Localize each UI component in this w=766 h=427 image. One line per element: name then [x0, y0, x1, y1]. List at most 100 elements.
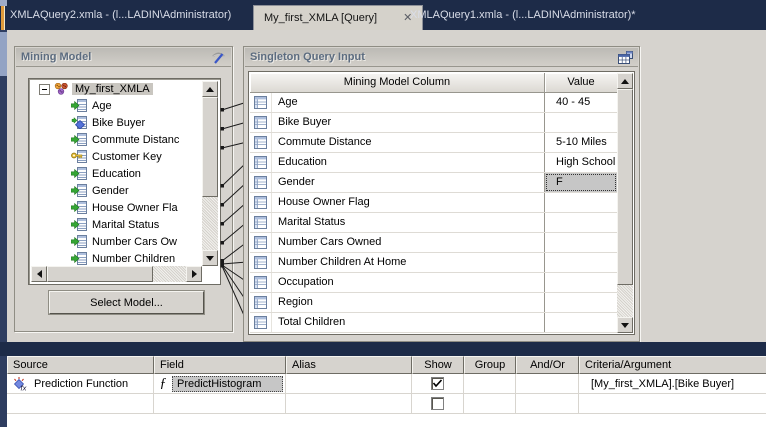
- tree-item-label: Customer Key: [92, 151, 162, 163]
- tree-root-label: My_first_XMLA: [72, 83, 153, 95]
- tab-xmlaquery1[interactable]: XMLAQuery1.xmla - (l...LADIN\Administrat…: [410, 0, 636, 30]
- criteria-cell[interactable]: [579, 394, 766, 414]
- scroll-left-button[interactable]: [31, 266, 47, 282]
- input-column-icon: [71, 99, 87, 112]
- singleton-row-total-children: Total Children: [250, 313, 617, 333]
- column-header-mining-model-column[interactable]: Mining Model Column: [250, 73, 545, 93]
- criteria-cell[interactable]: [My_first_XMLA].[Bike Buyer]: [579, 374, 766, 394]
- alias-cell[interactable]: [286, 394, 412, 414]
- source-cell[interactable]: [7, 394, 154, 414]
- grid-header-source[interactable]: Source: [7, 356, 154, 374]
- value-cell[interactable]: F: [545, 173, 617, 192]
- field-cell[interactable]: ƒPredictHistogram: [154, 374, 286, 394]
- value-cell[interactable]: 40 - 45: [545, 93, 617, 112]
- tree-item-label: Gender: [92, 185, 129, 197]
- singleton-panel-header: Singleton Query Input: [245, 48, 638, 67]
- group-cell[interactable]: [464, 394, 516, 414]
- select-model-button[interactable]: Select Model...: [49, 291, 204, 314]
- scroll-up-button[interactable]: [617, 73, 633, 89]
- field-value: PredictHistogram: [172, 376, 283, 392]
- collapse-icon[interactable]: [39, 84, 50, 95]
- mining-model-column-cell: Number Children At Home: [272, 253, 545, 272]
- value-cell[interactable]: [545, 233, 617, 252]
- function-icon: ƒ: [154, 376, 172, 392]
- field-cell[interactable]: [154, 394, 286, 414]
- value-cell[interactable]: 5-10 Miles: [545, 133, 617, 152]
- left-scrollbar-thumb[interactable]: [0, 32, 7, 76]
- andor-cell[interactable]: [516, 374, 579, 394]
- group-cell[interactable]: [464, 374, 516, 394]
- singleton-vscroll-thumb[interactable]: [617, 89, 633, 285]
- table-icon: [250, 313, 272, 332]
- input-column-icon: [71, 167, 87, 180]
- tree-hscroll-thumb[interactable]: [47, 266, 153, 282]
- singleton-row-region: Region: [250, 293, 617, 313]
- show-cell: [412, 394, 464, 414]
- grid-header-criteria-argument[interactable]: Criteria/Argument: [579, 356, 766, 374]
- singleton-title: Singleton Query Input: [250, 51, 365, 63]
- mining-model-column-cell: Occupation: [272, 273, 545, 292]
- tree-item-label: Bike Buyer: [92, 117, 145, 129]
- pickaxe-icon: [211, 50, 226, 64]
- tree-item-bike-buyer[interactable]: Bike Buyer: [31, 114, 202, 131]
- source-cell[interactable]: fxPrediction Function: [7, 374, 154, 394]
- tree-item-marital-status[interactable]: Marital Status: [31, 216, 202, 233]
- table-icon: [250, 273, 272, 292]
- value-cell[interactable]: [545, 313, 617, 332]
- scroll-down-button[interactable]: [617, 317, 633, 333]
- grid-header-group[interactable]: Group: [464, 356, 516, 374]
- tree-item-house-owner-fla[interactable]: House Owner Fla: [31, 199, 202, 216]
- value-cell[interactable]: [545, 293, 617, 312]
- table-icon: [250, 193, 272, 212]
- grid-header-row: SourceFieldAliasShowGroupAnd/OrCriteria/…: [7, 356, 766, 374]
- mining-model-column-cell: Commute Distance: [272, 133, 545, 152]
- tree-item-education[interactable]: Education: [31, 165, 202, 182]
- tree-item-label: House Owner Fla: [92, 202, 178, 214]
- left-edge-scrollbar[interactable]: [0, 30, 7, 427]
- tree-item-customer-key[interactable]: Customer Key: [31, 148, 202, 165]
- column-header-value[interactable]: Value: [545, 73, 617, 93]
- singleton-vertical-scrollbar[interactable]: [617, 73, 633, 333]
- grid-header-alias[interactable]: Alias: [286, 356, 412, 374]
- pane-separator[interactable]: [0, 342, 766, 356]
- mining-model-column-cell: Gender: [272, 173, 545, 192]
- value-cell[interactable]: [545, 253, 617, 272]
- tree-item-commute-distanc[interactable]: Commute Distanc: [31, 131, 202, 148]
- show-checkbox[interactable]: [431, 397, 444, 410]
- tree-item-number-cars-ow[interactable]: Number Cars Ow: [31, 233, 202, 250]
- tree-root-item[interactable]: My_first_XMLA: [31, 81, 202, 97]
- value-cell[interactable]: [545, 213, 617, 232]
- value-cell[interactable]: [545, 193, 617, 212]
- value-cell[interactable]: [545, 113, 617, 132]
- criteria-grid: SourceFieldAliasShowGroupAnd/OrCriteria/…: [7, 356, 766, 427]
- document-tab-bar: XMLAQuery2.xmla - (l...LADIN\Administrat…: [0, 0, 766, 30]
- grid-header-field[interactable]: Field: [154, 356, 286, 374]
- mining-model-column-cell: Region: [272, 293, 545, 312]
- tree-item-number-children[interactable]: Number Children: [31, 250, 202, 266]
- input-column-icon: [71, 133, 87, 146]
- source-label: Prediction Function: [34, 378, 128, 390]
- input-column-icon: [71, 184, 87, 197]
- grid-header-and-or[interactable]: And/Or: [516, 356, 579, 374]
- show-checkbox[interactable]: [431, 377, 444, 390]
- tree-item-gender[interactable]: Gender: [31, 182, 202, 199]
- tree-item-age[interactable]: Age: [31, 97, 202, 114]
- andor-cell[interactable]: [516, 394, 579, 414]
- value-cell[interactable]: High School: [545, 153, 617, 172]
- value-cell[interactable]: [545, 273, 617, 292]
- input-column-icon: [71, 201, 87, 214]
- tree-horizontal-scrollbar[interactable]: [31, 266, 202, 282]
- mining-model-column-cell: Marital Status: [272, 213, 545, 232]
- alias-cell[interactable]: [286, 374, 412, 394]
- tab-xmlaquery2[interactable]: XMLAQuery2.xmla - (l...LADIN\Administrat…: [10, 0, 231, 30]
- tree-items: Age Bike Buyer Commute Distanc Customer …: [31, 97, 202, 266]
- predict-column-icon: [71, 116, 87, 129]
- query-grid-icon: [618, 51, 633, 64]
- table-icon: [250, 233, 272, 252]
- grid-row-2: [7, 394, 766, 414]
- grid-header-show[interactable]: Show: [412, 356, 464, 374]
- table-icon: [250, 213, 272, 232]
- tab-my-first-xmla-query[interactable]: My_first_XMLA [Query] ✕: [253, 5, 423, 30]
- singleton-query-input-panel: Singleton Query Input Mining Model Colum…: [243, 46, 640, 342]
- singleton-table-header: Mining Model Column Value: [250, 73, 617, 93]
